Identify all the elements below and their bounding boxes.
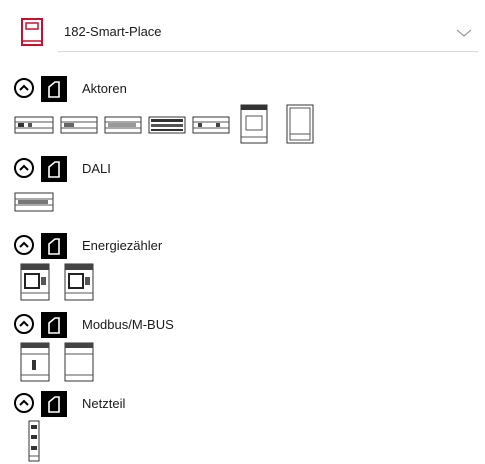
actuator-panel-icon[interactable]: [286, 104, 314, 144]
header-divider: [58, 51, 478, 52]
category-netzteil[interactable]: Netzteil: [14, 391, 314, 419]
actuator-module-icon[interactable]: [192, 116, 230, 134]
category-label: Netzteil: [82, 396, 126, 411]
actuator-module-icon[interactable]: [148, 116, 186, 134]
chevron-down-icon[interactable]: [455, 25, 473, 37]
category-label: Energiezähler: [82, 238, 163, 253]
project-book-icon: [20, 17, 44, 47]
category-label: Aktoren: [82, 81, 127, 96]
collapse-icon[interactable]: [14, 314, 34, 334]
energy-meter-icon[interactable]: [64, 263, 94, 301]
modbus-gateway-icon[interactable]: [20, 342, 50, 382]
category-device-icon: [41, 233, 67, 259]
collapse-icon[interactable]: [14, 158, 34, 178]
modbus-gateway-icon[interactable]: [64, 342, 94, 382]
actuator-module-icon[interactable]: [60, 116, 98, 134]
category-device-icon: [41, 156, 67, 182]
category-device-icon: [41, 312, 67, 338]
actuator-panel-icon[interactable]: [240, 104, 268, 144]
category-modbus[interactable]: Modbus/M-BUS: [14, 312, 314, 340]
category-device-icon: [41, 391, 67, 417]
power-supply-icon[interactable]: [28, 420, 40, 462]
actuator-module-icon[interactable]: [14, 116, 54, 134]
collapse-icon[interactable]: [14, 235, 34, 255]
category-label: DALI: [82, 161, 111, 176]
collapse-icon[interactable]: [14, 78, 34, 98]
category-aktoren[interactable]: Aktoren: [14, 76, 314, 104]
collapse-icon[interactable]: [14, 393, 34, 413]
actuator-module-icon[interactable]: [104, 116, 142, 134]
project-selector[interactable]: 182-Smart-Place: [64, 24, 162, 39]
category-device-icon: [41, 76, 67, 102]
category-label: Modbus/M-BUS: [82, 317, 174, 332]
category-dali[interactable]: DALI: [14, 156, 314, 184]
dali-module-icon[interactable]: [14, 192, 54, 212]
energy-meter-icon[interactable]: [20, 263, 50, 301]
project-header: 182-Smart-Place: [0, 0, 485, 60]
category-energiezaehler[interactable]: Energiezähler: [14, 233, 314, 261]
